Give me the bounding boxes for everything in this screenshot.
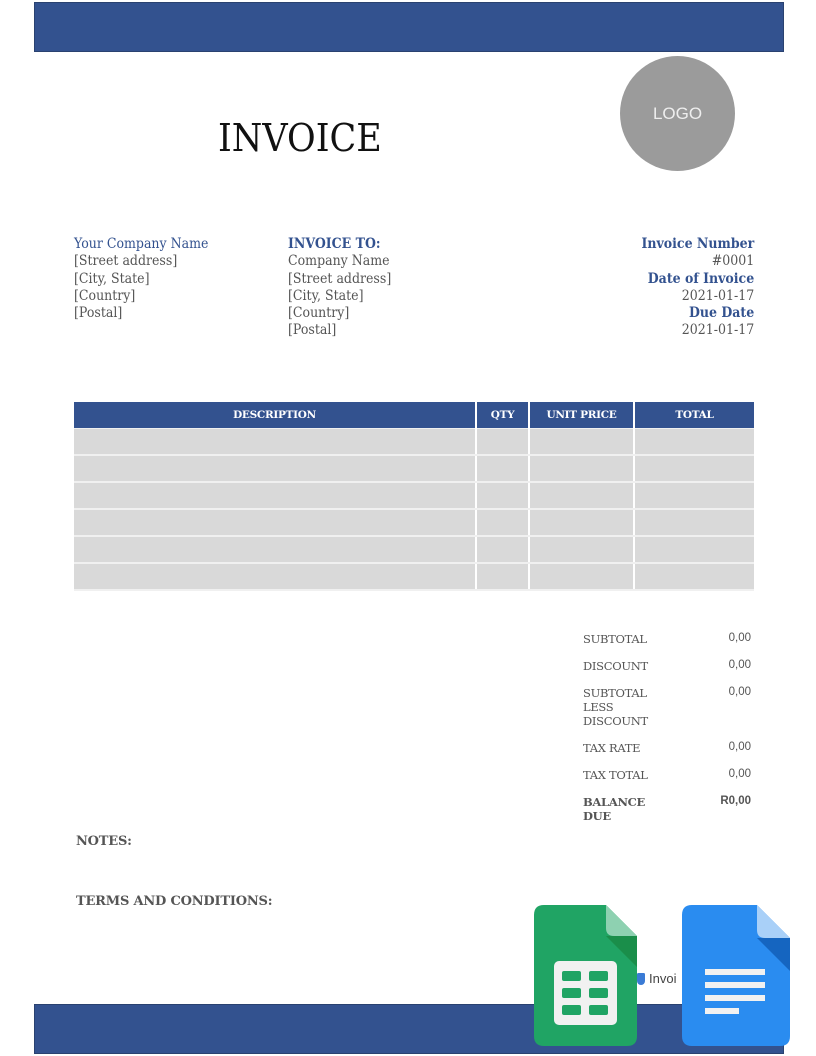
- description-cell[interactable]: [74, 454, 477, 483]
- summary-value: 0,00: [728, 686, 751, 698]
- qty-cell[interactable]: [475, 508, 530, 537]
- brand-logo-icon: [637, 972, 645, 985]
- recipient-street: [Street address]: [288, 270, 392, 287]
- description-cell[interactable]: [74, 481, 477, 510]
- recipient-postal: [Postal]: [288, 322, 337, 339]
- invoice-meta: Invoice Number #0001 Date of Invoice 202…: [641, 236, 754, 340]
- summary-row: DISCOUNT 0,00: [583, 659, 751, 673]
- footer-bar: [34, 1004, 784, 1054]
- summary-label: DISCOUNT: [583, 659, 648, 673]
- table-row: [74, 428, 754, 456]
- description-cell[interactable]: [74, 535, 477, 564]
- due-date-label: Due Date: [688, 305, 754, 322]
- totals-summary: SUBTOTAL 0,00 DISCOUNT 0,00 SUBTOTAL LESS DI…: [583, 632, 751, 836]
- total-cell[interactable]: [633, 454, 754, 483]
- qty-cell[interactable]: [475, 454, 530, 483]
- total-cell[interactable]: [633, 562, 754, 591]
- summary-label: TAX TOTAL: [583, 768, 648, 782]
- summary-value: R0,00: [720, 795, 751, 807]
- unit-price-cell[interactable]: [528, 562, 635, 591]
- qty-cell[interactable]: [475, 562, 530, 591]
- unit-price-cell[interactable]: [528, 535, 635, 564]
- total-cell[interactable]: [633, 481, 754, 510]
- line-items-table: DESCRIPTION QTY UNIT PRICE TOTAL: [74, 402, 754, 591]
- unit-price-cell[interactable]: [528, 454, 635, 483]
- summary-row: TAX RATE 0,00: [583, 741, 751, 755]
- column-header-qty: QTY: [475, 402, 530, 429]
- sender-country: [Country]: [74, 287, 136, 304]
- logo-placeholder: LOGO: [620, 56, 735, 171]
- column-header-total: TOTAL: [633, 402, 754, 429]
- google-sheets-icon[interactable]: [534, 905, 637, 1046]
- total-cell[interactable]: [633, 508, 754, 537]
- column-header-description: DESCRIPTION: [74, 402, 477, 429]
- brand-watermark: Invoi: [637, 971, 676, 986]
- invoice-title: INVOICE: [218, 116, 382, 160]
- summary-label: BALANCE DUE: [583, 795, 645, 823]
- unit-price-cell[interactable]: [528, 508, 635, 537]
- invoice-to-heading: INVOICE TO:: [288, 236, 381, 252]
- summary-value: 0,00: [728, 741, 751, 753]
- sender-postal: [Postal]: [74, 305, 123, 322]
- summary-row: SUBTOTAL 0,00: [583, 632, 751, 646]
- table-row: [74, 508, 754, 537]
- table-row: [74, 535, 754, 564]
- qty-cell[interactable]: [475, 535, 530, 564]
- invoice-date: 2021-01-17: [681, 287, 754, 304]
- notes-label: NOTES:: [76, 834, 132, 849]
- summary-value: 0,00: [728, 632, 751, 644]
- sender-company-name: Your Company Name: [74, 236, 209, 252]
- table-header-row: DESCRIPTION QTY UNIT PRICE TOTAL: [74, 402, 754, 429]
- table-row: [74, 454, 754, 483]
- description-cell[interactable]: [74, 508, 477, 537]
- invoice-number-label: Invoice Number: [641, 236, 754, 252]
- due-date: 2021-01-17: [681, 322, 754, 339]
- summary-row: BALANCE DUE R0,00: [583, 795, 751, 823]
- qty-cell[interactable]: [475, 481, 530, 510]
- qty-cell[interactable]: [475, 428, 530, 456]
- recipient-company: Company Name: [288, 253, 390, 270]
- unit-price-cell[interactable]: [528, 481, 635, 510]
- total-cell[interactable]: [633, 428, 754, 456]
- invoice-number: #0001: [711, 253, 754, 270]
- summary-label: SUBTOTAL LESS DISCOUNT: [583, 686, 648, 728]
- sender-street: [Street address]: [74, 253, 178, 270]
- description-cell[interactable]: [74, 428, 477, 456]
- column-header-unit-price: UNIT PRICE: [528, 402, 635, 429]
- brand-text: Invoi: [649, 971, 677, 986]
- recipient-address: INVOICE TO: Company Name [Street address…: [288, 236, 391, 340]
- google-docs-icon[interactable]: [682, 905, 790, 1046]
- recipient-city: [City, State]: [288, 287, 364, 304]
- table-row: [74, 562, 754, 591]
- recipient-country: [Country]: [288, 305, 350, 322]
- logo-text: LOGO: [652, 103, 703, 123]
- summary-row: SUBTOTAL LESS DISCOUNT 0,00: [583, 686, 751, 728]
- sender-address: Your Company Name [Street address] [City…: [74, 236, 208, 322]
- summary-label: SUBTOTAL: [583, 632, 647, 646]
- summary-value: 0,00: [728, 768, 751, 780]
- invoice-date-label: Date of Invoice: [647, 270, 754, 287]
- header-bar: [34, 2, 784, 52]
- total-cell[interactable]: [633, 535, 754, 564]
- summary-value: 0,00: [728, 659, 751, 671]
- summary-row: TAX TOTAL 0,00: [583, 768, 751, 782]
- description-cell[interactable]: [74, 562, 477, 591]
- table-row: [74, 481, 754, 510]
- summary-label: TAX RATE: [583, 741, 641, 755]
- terms-label: TERMS AND CONDITIONS:: [76, 894, 273, 909]
- unit-price-cell[interactable]: [528, 428, 635, 456]
- sender-city: [City, State]: [74, 270, 150, 287]
